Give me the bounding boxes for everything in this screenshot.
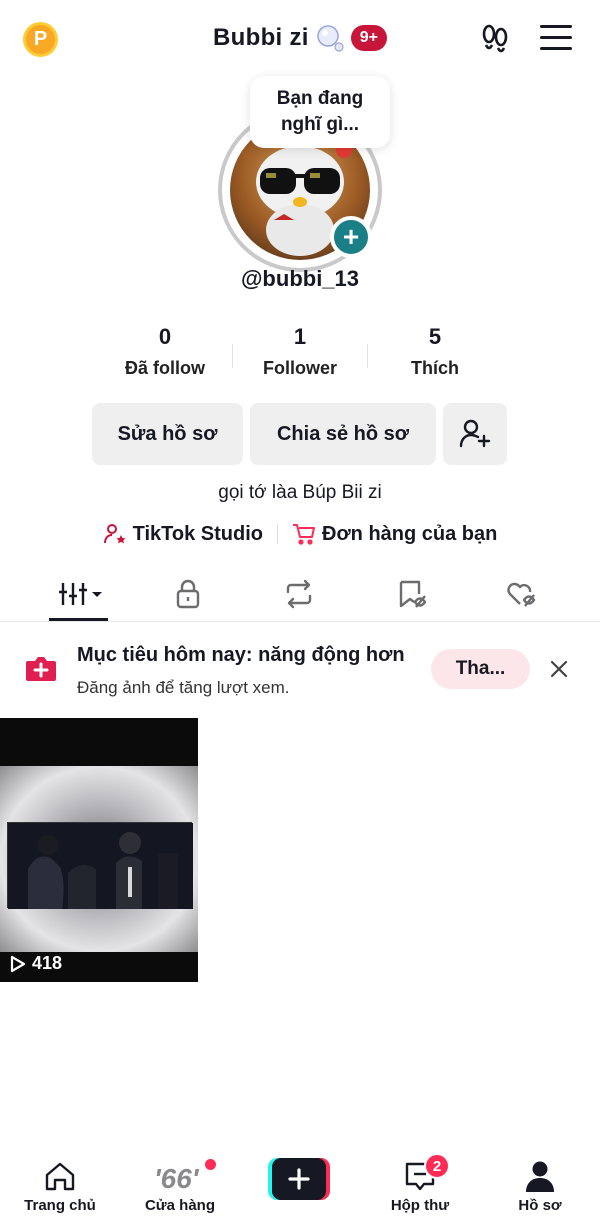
svg-text:'66': '66' — [154, 1163, 200, 1192]
notification-badge[interactable]: 9+ — [350, 25, 387, 51]
tab-reposts[interactable] — [269, 574, 329, 614]
liked-icon — [507, 582, 536, 607]
thought-bubble-text: Bạn đang nghĩ gì... — [276, 88, 364, 135]
stat-value: 0 — [158, 324, 172, 349]
tab-private[interactable] — [158, 574, 218, 614]
add-story-button[interactable]: + — [330, 216, 372, 258]
profile-links: TikTok Studio Đơn hàng của bạn — [0, 518, 600, 550]
goal-subtitle: Đăng ảnh để tăng lượt xem. — [77, 678, 290, 697]
inbox-badge: 2 — [424, 1153, 450, 1179]
tab-videos[interactable] — [50, 574, 110, 614]
nav-inbox-label: Hộp thư — [390, 1197, 450, 1214]
stat-value: 1 — [293, 324, 307, 349]
video-thumbnail[interactable]: 418 — [0, 718, 198, 982]
goal-camera-icon — [24, 652, 58, 684]
profile-icon — [480, 1159, 600, 1193]
shop-badge-dot — [205, 1159, 216, 1170]
inbox-icon: 2 — [360, 1153, 480, 1193]
page-title[interactable]: Bubbi zi — [213, 24, 309, 52]
share-profile-button[interactable]: Chia sẻ hồ sơ — [250, 403, 436, 465]
lock-icon — [176, 579, 200, 609]
stat-label: Thích — [411, 358, 459, 378]
bookmark-icon — [399, 580, 427, 608]
edit-profile-button[interactable]: Sửa hồ sơ — [92, 403, 243, 465]
nav-home[interactable]: Trang chủ — [0, 1159, 120, 1214]
top-bar: P Bubbi zi 9+ — [0, 0, 600, 76]
goal-action-button[interactable]: Tha... — [431, 649, 530, 689]
bottom-navigation: Trang chủ '66' Cửa hàng 2 Hộp thư Hồ sơ — [0, 1145, 600, 1223]
add-user-icon — [459, 419, 491, 448]
create-button[interactable] — [268, 1158, 330, 1200]
bubble-icon — [315, 23, 345, 53]
orders-link[interactable]: Đơn hàng của bạn — [292, 523, 497, 546]
stat-label: Đã follow — [125, 358, 205, 378]
cart-icon — [293, 524, 316, 545]
video-play-count: 418 — [10, 953, 62, 974]
tab-saved[interactable] — [382, 574, 442, 614]
tab-liked[interactable] — [491, 574, 551, 614]
bio: gọi tớ làa Búp Bii zi — [218, 482, 382, 503]
studio-person-icon — [103, 524, 126, 544]
nav-shop[interactable]: '66' Cửa hàng — [120, 1159, 240, 1214]
tiktok-studio-link[interactable]: TikTok Studio — [103, 523, 263, 546]
repost-icon — [286, 579, 312, 609]
tiktok-studio-label: TikTok Studio — [132, 522, 264, 545]
goal-title: Mục tiêu hôm nay: năng động hơn — [77, 644, 405, 666]
add-friend-button[interactable] — [443, 403, 507, 465]
username: @bubbi_13 — [240, 266, 360, 291]
nav-profile[interactable]: Hồ sơ — [480, 1159, 600, 1214]
stat-value: 5 — [428, 324, 442, 349]
divider — [277, 524, 279, 544]
stat-likes[interactable]: 5 Thích — [365, 324, 505, 379]
shop-icon: '66' — [120, 1159, 240, 1193]
profile-stats: 0 Đã follow 1 Follower 5 Thích — [0, 324, 600, 388]
thought-bubble[interactable]: Bạn đang nghĩ gì... — [250, 76, 390, 148]
orders-label: Đơn hàng của bạn — [322, 522, 498, 545]
menu-icon[interactable] — [540, 25, 572, 53]
nav-shop-label: Cửa hàng — [144, 1197, 216, 1214]
active-tab-indicator — [49, 618, 108, 621]
nav-home-label: Trang chủ — [24, 1197, 96, 1214]
stat-label: Follower — [262, 358, 337, 378]
nav-profile-label: Hồ sơ — [518, 1197, 562, 1214]
play-icon — [10, 955, 26, 972]
content-tabs — [0, 562, 600, 622]
play-count-value: 418 — [32, 953, 63, 973]
video-still — [7, 822, 193, 909]
videos-grid-icon — [59, 583, 102, 605]
close-icon[interactable] — [546, 656, 572, 682]
footprints-icon[interactable] — [478, 23, 512, 57]
home-icon — [0, 1159, 120, 1193]
daily-goal-banner: Mục tiêu hôm nay: năng động hơn Đăng ảnh… — [0, 632, 600, 708]
nav-inbox[interactable]: 2 Hộp thư — [360, 1153, 480, 1214]
stat-followers[interactable]: 1 Follower — [230, 324, 370, 379]
stat-following[interactable]: 0 Đã follow — [95, 324, 235, 379]
